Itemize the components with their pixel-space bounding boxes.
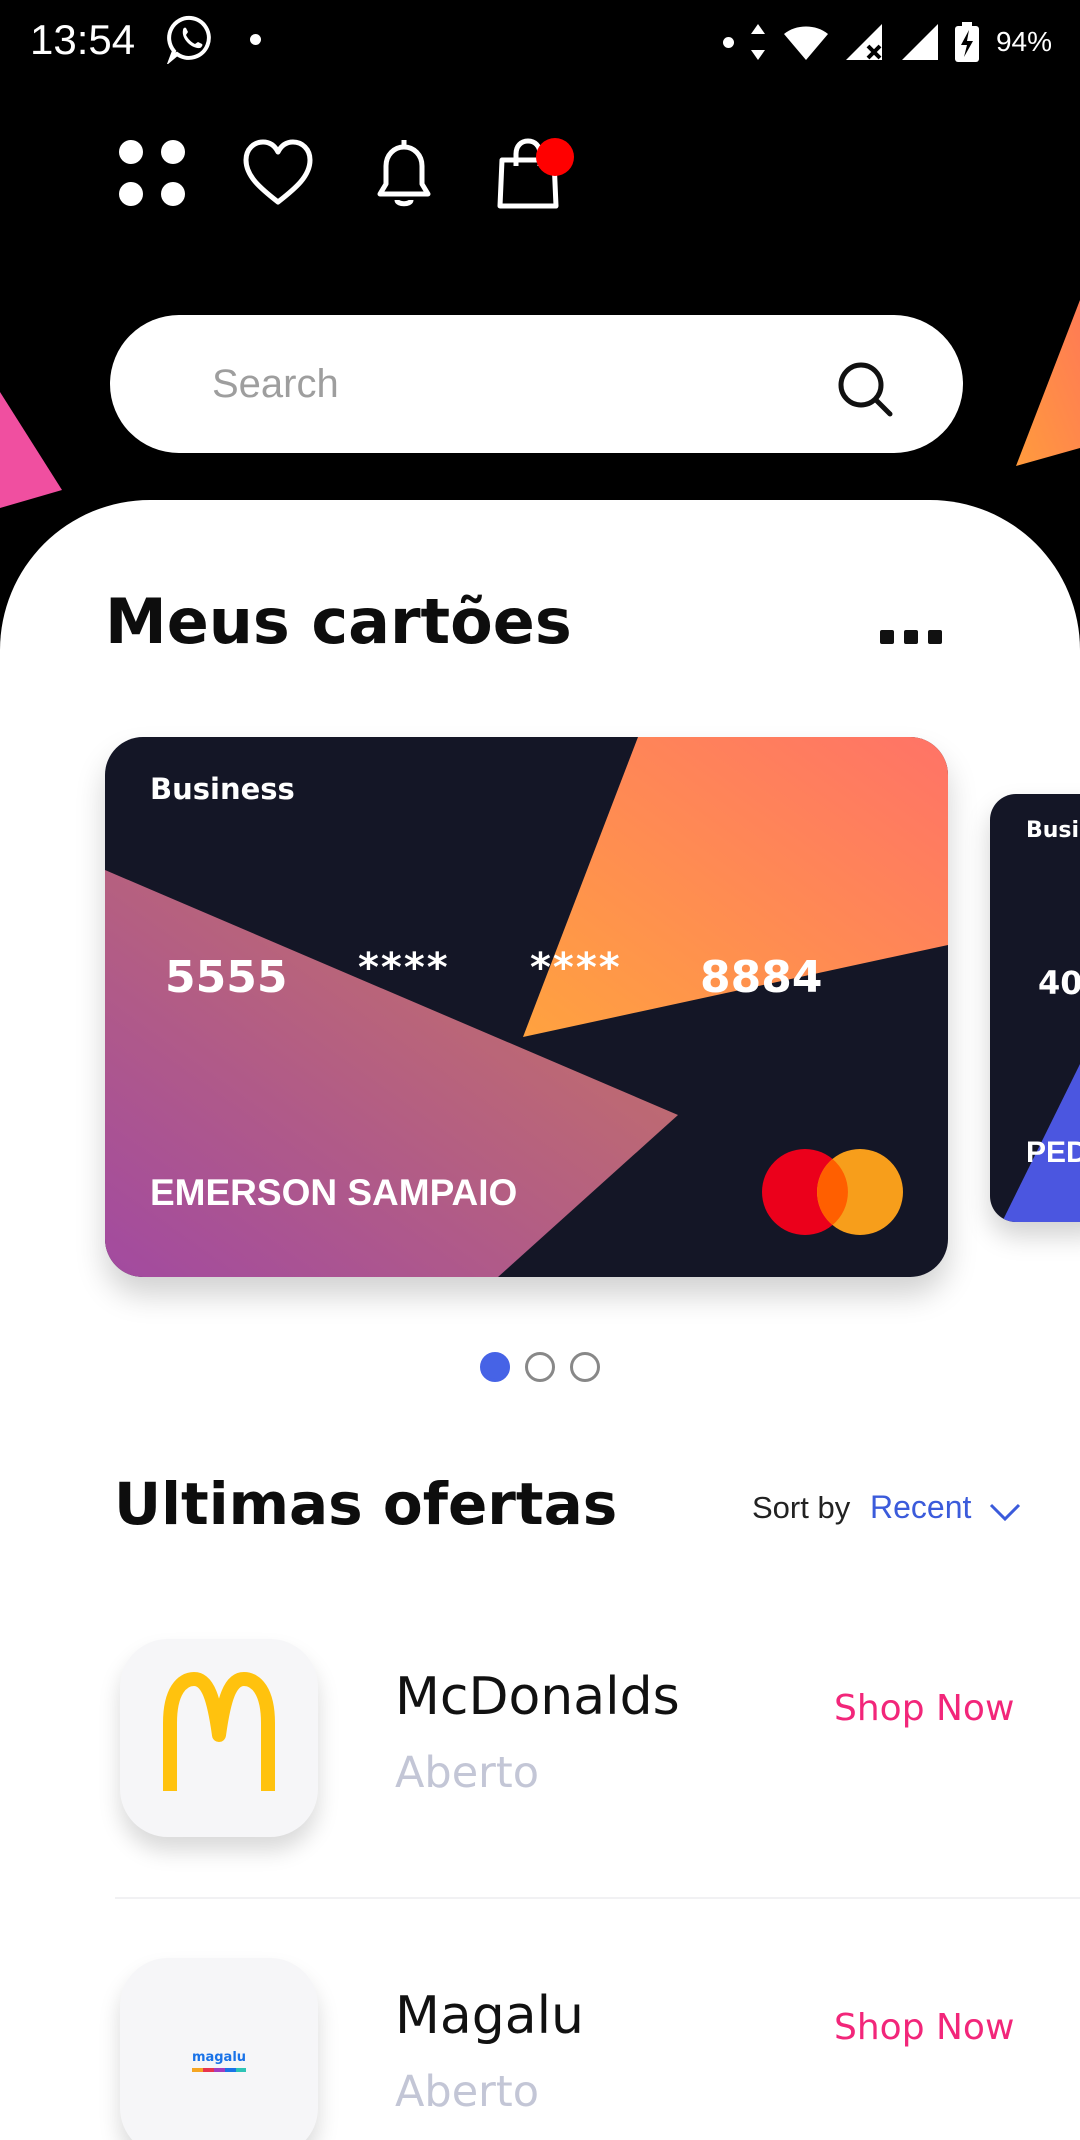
divider bbox=[115, 1897, 1080, 1899]
card-holder-name: PED bbox=[1026, 1136, 1080, 1169]
credit-card[interactable]: Business 5555 **** **** 8884 EMERSON SAM… bbox=[105, 737, 948, 1277]
chevron-down-icon[interactable] bbox=[988, 1500, 1022, 1524]
magalu-logo[interactable]: magalu bbox=[120, 1958, 318, 2140]
grid-menu-icon[interactable] bbox=[115, 136, 191, 212]
mcdonalds-logo[interactable] bbox=[120, 1639, 318, 1837]
dot bbox=[880, 630, 894, 644]
decor-triangle-left bbox=[0, 392, 62, 508]
offers-title: Ultimas ofertas bbox=[114, 1470, 618, 1538]
search-input[interactable] bbox=[212, 349, 812, 419]
dot-icon bbox=[722, 36, 734, 48]
pager-dot[interactable] bbox=[525, 1352, 555, 1382]
signal-icon bbox=[901, 24, 938, 60]
offer-status: Aberto bbox=[395, 2067, 540, 2117]
decor-triangle-right bbox=[1016, 300, 1080, 466]
cards-title: Meus cartões bbox=[105, 585, 572, 658]
offer-status: Aberto bbox=[395, 1748, 540, 1798]
pager-dot[interactable] bbox=[570, 1352, 600, 1382]
status-time: 13:54 bbox=[30, 16, 136, 63]
offer-name: McDonalds bbox=[395, 1667, 680, 1727]
heart-icon[interactable] bbox=[240, 136, 316, 212]
battery-percent: 94% bbox=[995, 26, 1052, 57]
pager-dot-active[interactable] bbox=[480, 1352, 510, 1382]
wifi-icon bbox=[783, 26, 828, 60]
battery-icon bbox=[954, 22, 979, 62]
whatsapp-icon bbox=[166, 15, 211, 64]
card-type: Business bbox=[1026, 818, 1080, 843]
shop-now-button[interactable]: Shop Now bbox=[834, 1688, 1014, 1729]
card-number-group: **** bbox=[358, 945, 450, 991]
notification-dot-icon bbox=[250, 34, 261, 45]
search-icon[interactable] bbox=[835, 359, 895, 419]
search-bar[interactable] bbox=[110, 315, 963, 453]
cart-badge bbox=[536, 138, 574, 176]
status-right: 94% bbox=[722, 20, 1052, 64]
card-type: Business bbox=[150, 772, 295, 806]
data-arrows-icon bbox=[750, 24, 765, 60]
sort-dropdown[interactable]: Recent bbox=[870, 1489, 971, 1526]
card-number-group: 40 bbox=[1038, 964, 1080, 1002]
card-number-group: **** bbox=[530, 945, 622, 991]
card-pager bbox=[480, 1352, 600, 1382]
dot bbox=[928, 630, 942, 644]
magalu-logo-stripe bbox=[192, 2068, 246, 2072]
card-number-group: 8884 bbox=[700, 952, 823, 1003]
credit-card-secondary[interactable]: Business 40 PED bbox=[990, 794, 1080, 1222]
bell-icon[interactable] bbox=[366, 136, 442, 212]
offer-name: Magalu bbox=[395, 1986, 585, 2046]
card-number-group: 5555 bbox=[165, 952, 288, 1003]
signal-x-icon bbox=[845, 24, 882, 60]
sort-label: Sort by bbox=[752, 1490, 851, 1525]
mastercard-logo-icon bbox=[762, 1149, 903, 1235]
more-options-button[interactable] bbox=[880, 630, 942, 646]
status-bar: 13:54 94% bbox=[0, 0, 1080, 86]
dot bbox=[904, 630, 918, 644]
card-holder-name: EMERSON SAMPAIO bbox=[150, 1172, 518, 1213]
mcdonalds-arches-icon bbox=[163, 1672, 275, 1791]
magalu-logo-text: magalu bbox=[191, 2050, 247, 2065]
shop-now-button[interactable]: Shop Now bbox=[834, 2007, 1014, 2048]
